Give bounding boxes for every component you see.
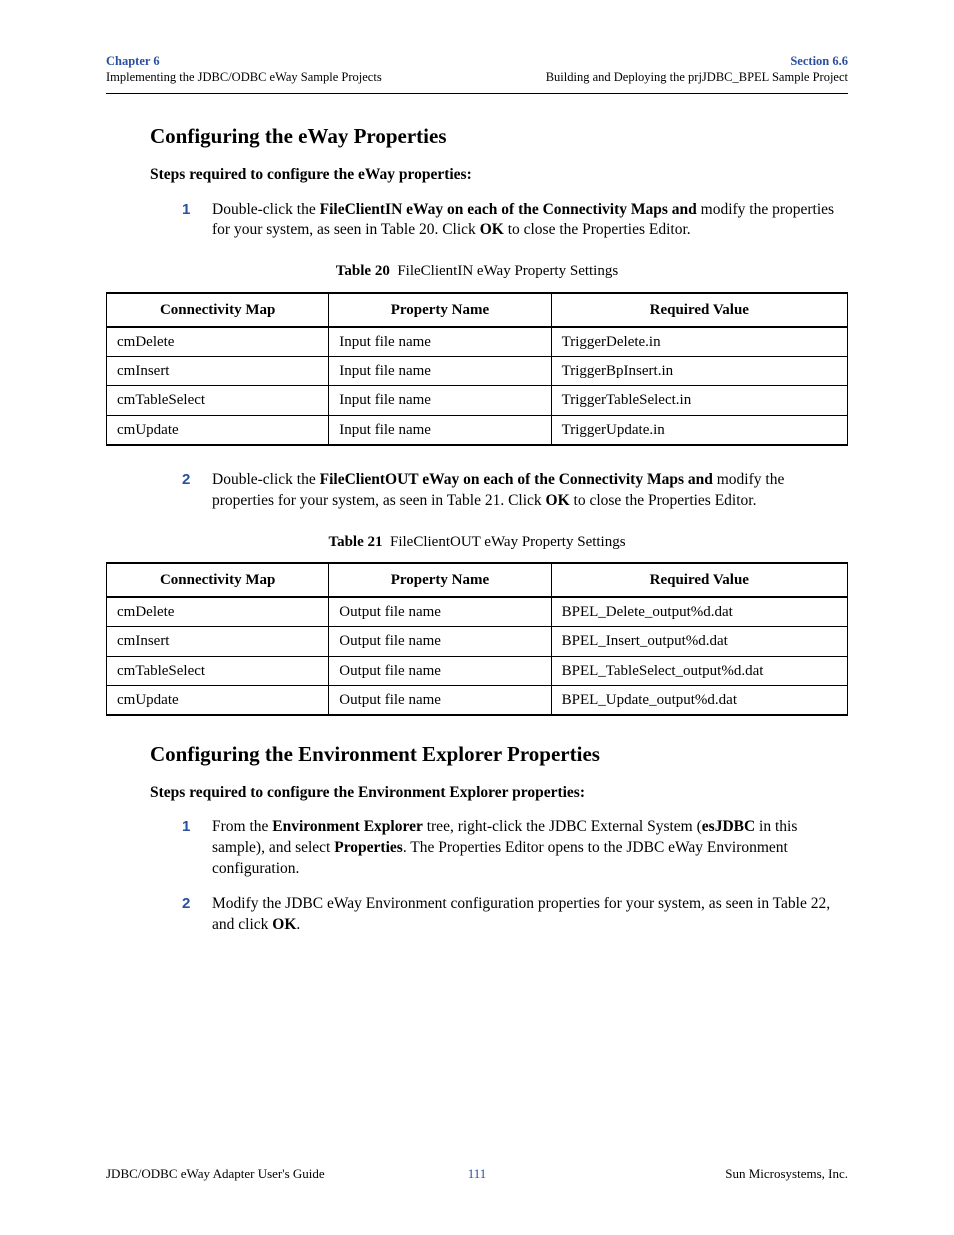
step-body: Modify the JDBC eWay Environment configu…: [212, 894, 848, 936]
footer-right: Sun Microsystems, Inc.: [725, 1165, 848, 1183]
table-caption-20: Table 20 FileClientIN eWay Property Sett…: [106, 261, 848, 281]
step-item: 2 Modify the JDBC eWay Environment confi…: [182, 894, 848, 936]
text: Double-click the: [212, 471, 320, 488]
col-header: Property Name: [329, 293, 551, 327]
header-right: Section 6.6 Building and Deploying the p…: [546, 54, 848, 85]
text: to close the Properties Editor.: [504, 221, 691, 238]
cell: BPEL_Delete_output%d.dat: [551, 597, 847, 627]
table-row: cmInsertOutput file nameBPEL_Insert_outp…: [107, 627, 848, 656]
cell: BPEL_Insert_output%d.dat: [551, 627, 847, 656]
section-subtitle: Building and Deploying the prjJDBC_BPEL …: [546, 70, 848, 86]
bold-text: OK: [546, 492, 570, 509]
text: to close the Properties Editor.: [570, 492, 757, 509]
cell: Input file name: [329, 415, 551, 445]
chapter-label: Chapter 6: [106, 54, 382, 70]
cell: Output file name: [329, 656, 551, 685]
step-number: 2: [182, 894, 190, 914]
col-header: Connectivity Map: [107, 563, 329, 597]
text: .: [296, 916, 300, 933]
cell: cmUpdate: [107, 415, 329, 445]
table-row: cmDeleteOutput file nameBPEL_Delete_outp…: [107, 597, 848, 627]
cell: cmDelete: [107, 327, 329, 357]
steps-list-1a: 1 Double-click the FileClientIN eWay on …: [182, 200, 848, 242]
chapter-subtitle: Implementing the JDBC/ODBC eWay Sample P…: [106, 70, 382, 86]
col-header: Property Name: [329, 563, 551, 597]
cell: cmInsert: [107, 357, 329, 386]
bold-text: FileClientOUT eWay on each of the Connec…: [320, 471, 717, 488]
table-row: cmUpdateInput file nameTriggerUpdate.in: [107, 415, 848, 445]
table-row: cmTableSelectOutput file nameBPEL_TableS…: [107, 656, 848, 685]
cell: cmInsert: [107, 627, 329, 656]
step-item: 1 Double-click the FileClientIN eWay on …: [182, 200, 848, 242]
table-21: Connectivity Map Property Name Required …: [106, 562, 848, 716]
text: Modify the JDBC eWay Environment configu…: [212, 895, 830, 933]
table-20: Connectivity Map Property Name Required …: [106, 292, 848, 446]
text: Double-click the: [212, 201, 320, 218]
cell: Output file name: [329, 685, 551, 715]
text: From the: [212, 818, 272, 835]
table-caption-21: Table 21 FileClientOUT eWay Property Set…: [106, 532, 848, 552]
cell: TriggerBpInsert.in: [551, 357, 847, 386]
table-caption-text: FileClientIN eWay Property Settings: [397, 263, 618, 279]
table-caption-text: FileClientOUT eWay Property Settings: [390, 534, 626, 550]
step-body: From the Environment Explorer tree, righ…: [212, 817, 848, 880]
col-header: Required Value: [551, 563, 847, 597]
cell: cmDelete: [107, 597, 329, 627]
cell: BPEL_TableSelect_output%d.dat: [551, 656, 847, 685]
section-heading-eway: Configuring the eWay Properties: [150, 122, 848, 150]
intro-env: Steps required to configure the Environm…: [150, 783, 848, 804]
table-header-row: Connectivity Map Property Name Required …: [107, 563, 848, 597]
bold-text: Properties: [334, 839, 403, 856]
cell: TriggerTableSelect.in: [551, 386, 847, 415]
table-row: cmUpdateOutput file nameBPEL_Update_outp…: [107, 685, 848, 715]
steps-list-2: 1 From the Environment Explorer tree, ri…: [182, 817, 848, 936]
intro-eway: Steps required to configure the eWay pro…: [150, 165, 848, 186]
section-label: Section 6.6: [546, 54, 848, 70]
bold-text: OK: [272, 916, 296, 933]
col-header: Required Value: [551, 293, 847, 327]
step-body: Double-click the FileClientIN eWay on ea…: [212, 200, 848, 242]
cell: Output file name: [329, 627, 551, 656]
cell: cmTableSelect: [107, 656, 329, 685]
step-number: 2: [182, 470, 190, 490]
table-row: cmDeleteInput file nameTriggerDelete.in: [107, 327, 848, 357]
header-left: Chapter 6 Implementing the JDBC/ODBC eWa…: [106, 54, 382, 85]
bold-text: Environment Explorer: [272, 818, 423, 835]
col-header: Connectivity Map: [107, 293, 329, 327]
footer-left: JDBC/ODBC eWay Adapter User's Guide: [106, 1165, 325, 1183]
table-row: cmInsertInput file nameTriggerBpInsert.i…: [107, 357, 848, 386]
page-footer: JDBC/ODBC eWay Adapter User's Guide 111 …: [106, 1165, 848, 1183]
cell: BPEL_Update_output%d.dat: [551, 685, 847, 715]
bold-text: FileClientIN eWay on each of the Connect…: [320, 201, 701, 218]
steps-list-1b: 2 Double-click the FileClientOUT eWay on…: [182, 470, 848, 512]
header-rule: [106, 93, 848, 94]
bold-text: OK: [480, 221, 504, 238]
table-number: Table 20: [336, 263, 390, 279]
table-row: cmTableSelectInput file nameTriggerTable…: [107, 386, 848, 415]
cell: TriggerUpdate.in: [551, 415, 847, 445]
text: tree, right-click the JDBC External Syst…: [423, 818, 702, 835]
page: Chapter 6 Implementing the JDBC/ODBC eWa…: [0, 0, 954, 1235]
page-header: Chapter 6 Implementing the JDBC/ODBC eWa…: [106, 54, 848, 85]
table-number: Table 21: [328, 534, 382, 550]
cell: cmTableSelect: [107, 386, 329, 415]
cell: Input file name: [329, 327, 551, 357]
cell: Input file name: [329, 386, 551, 415]
bold-text: esJDBC: [702, 818, 755, 835]
step-item: 1 From the Environment Explorer tree, ri…: [182, 817, 848, 880]
cell: Output file name: [329, 597, 551, 627]
cell: Input file name: [329, 357, 551, 386]
step-item: 2 Double-click the FileClientOUT eWay on…: [182, 470, 848, 512]
table-header-row: Connectivity Map Property Name Required …: [107, 293, 848, 327]
section-heading-env: Configuring the Environment Explorer Pro…: [150, 740, 848, 768]
step-body: Double-click the FileClientOUT eWay on e…: [212, 470, 848, 512]
step-number: 1: [182, 200, 190, 220]
step-number: 1: [182, 817, 190, 837]
cell: cmUpdate: [107, 685, 329, 715]
cell: TriggerDelete.in: [551, 327, 847, 357]
